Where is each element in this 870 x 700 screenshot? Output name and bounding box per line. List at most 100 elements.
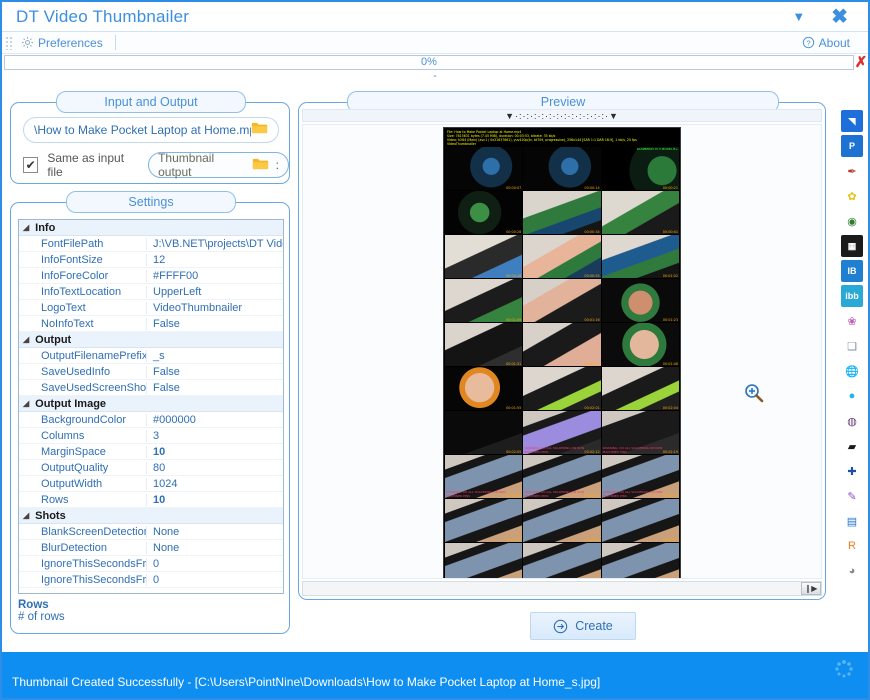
property-row[interactable]: BlankScreenDetectionNone [19,524,284,540]
preview-toolbar[interactable]: ▼ ·:·:·:·:·:·:·:·:·:·:·:·:· ▼ [302,109,822,122]
imagebanana-icon[interactable]: IB [841,260,863,282]
property-category[interactable]: ◢Output Image [19,396,284,412]
thumbnail-timestamp: 00:00:07 [506,186,521,190]
property-grid[interactable]: ◢InfoFontFilePathJ:\VB.NET\projects\DT V… [18,219,284,594]
thumbnail-cell: 00:01:09 [445,279,522,322]
globe-icon[interactable]: 🌐 [841,360,863,382]
thumbnail-output-suffix: : [276,158,279,172]
property-row[interactable]: OutputFilenamePrefix_s [19,348,284,364]
property-value[interactable]: None [147,526,284,538]
collapse-arrow-icon[interactable]: ◢ [23,335,29,344]
property-value[interactable]: 12 [147,254,284,266]
property-row[interactable]: BlurDetectionNone [19,540,284,556]
property-value[interactable]: 0 [147,558,284,570]
property-row[interactable]: FontFilePathJ:\VB.NET\projects\DT Vide [19,236,284,252]
flower-icon[interactable]: ✿ [841,185,863,207]
property-name: LogoText [19,302,147,314]
property-name: BlurDetection [19,542,147,554]
palette-icon[interactable]: ❀ [841,310,863,332]
property-value[interactable]: False [147,366,284,378]
property-category-label: Shots [35,510,66,522]
progress-bar: 0% [4,55,854,70]
property-category[interactable]: ◢Info [19,220,284,236]
input-path-field[interactable]: \How to Make Pocket Laptop at Home.mp4 [23,117,279,143]
property-value[interactable]: VideoThumbnailer [147,302,284,314]
ibb-icon[interactable]: ibb [841,285,863,307]
pen-icon[interactable]: ✎ [841,485,863,507]
r-sparkle-icon[interactable]: R [841,535,863,557]
sheet-info-line: VideoThumbnailer [447,142,677,146]
blue-circle-icon[interactable]: ● [841,385,863,407]
property-row[interactable]: InfoTextLocationUpperLeft [19,284,284,300]
same-as-input-checkbox[interactable]: ✔ [23,157,38,173]
create-button[interactable]: Create [530,612,636,640]
postimage-icon[interactable]: P [841,135,863,157]
property-row[interactable]: SaveUsedScreenShotsFalse [19,380,284,396]
preferences-menu-item[interactable]: Preferences [13,33,111,53]
property-value[interactable]: #000000 [147,414,284,426]
close-icon[interactable]: ✖ [831,7,848,27]
thumbnail-cell: 00:00:41 [602,191,679,234]
property-row[interactable]: SaveUsedInfoFalse [19,364,284,380]
property-row[interactable]: InfoForeColor#FFFF00 [19,268,284,284]
windows-icon[interactable]: ❑ [841,335,863,357]
thumbnail-cell: 00:00:14 [523,147,600,190]
property-name: OutputQuality [19,462,147,474]
property-value[interactable]: 10 [147,494,284,506]
property-value[interactable]: 10 [147,446,284,458]
add-frame-icon[interactable]: ✚ [841,460,863,482]
thumbnail-output-button[interactable]: Thumbnail output : [148,152,289,178]
send-to-icon[interactable]: ◥ [841,110,863,132]
document-icon[interactable]: ▤ [841,510,863,532]
property-value[interactable]: J:\VB.NET\projects\DT Vide [147,238,284,250]
property-value[interactable]: 1024 [147,478,284,490]
collapse-arrow-icon[interactable]: ◢ [23,399,29,408]
thumbnail-timestamp: 00:00:21 [663,186,678,190]
property-value[interactable]: False [147,382,284,394]
collapse-arrow-icon[interactable]: ◢ [23,223,29,232]
property-name: IgnoreThisSecondsFro [19,558,147,570]
property-category[interactable]: ◢ Shots [19,508,284,524]
folder-icon [252,157,269,174]
filmstrip-icon[interactable]: ▦ [841,235,863,257]
property-category[interactable]: ◢Output [19,332,284,348]
preview-canvas[interactable]: File: How to Make Pocket Laptop at Home.… [302,124,822,579]
property-row[interactable]: LogoTextVideoThumbnailer [19,300,284,316]
property-value[interactable]: UpperLeft [147,286,284,298]
thumbnail-timestamp: 00:00:34 [584,230,599,234]
preview-horizontal-scrollbar[interactable]: ❙▶ [302,581,822,596]
property-value[interactable]: False [147,318,284,330]
preferences-label: Preferences [38,36,103,50]
property-row[interactable]: NoInfoTextFalse [19,316,284,332]
caret-down-icon[interactable]: ▼ [505,111,515,121]
property-row[interactable]: MarginSpace10 [19,444,284,460]
scroll-right-icon[interactable]: ❙▶ [801,582,821,595]
property-row[interactable]: InfoFontSize12 [19,252,284,268]
property-row[interactable]: OutputWidth1024 [19,476,284,492]
caret-down-icon[interactable]: ▼ [609,111,619,121]
folder-icon[interactable] [251,121,268,140]
loading-spinner-icon [834,659,854,684]
property-row[interactable]: BackgroundColor#000000 [19,412,284,428]
property-value[interactable]: 0 [147,574,284,586]
about-menu-item[interactable]: ? About [794,33,858,53]
camera-icon[interactable]: ◉ [841,210,863,232]
property-row[interactable]: IgnoreThisSecondsFro0 [19,556,284,572]
output-options-row: ✔ Same as input file Thumbnail output : [23,151,289,179]
property-value[interactable]: None [147,542,284,554]
property-value[interactable]: 80 [147,462,284,474]
property-row[interactable]: Rows10 [19,492,284,508]
property-value[interactable]: #FFFF00 [147,270,284,282]
stamp-icon[interactable]: ◍ [841,410,863,432]
property-value[interactable]: _s [147,350,284,362]
marble-icon[interactable]: ◕ [841,560,863,582]
collapse-arrow-icon[interactable]: ◢ [23,511,29,520]
chevron-down-icon[interactable]: ▼ [792,10,805,23]
property-row[interactable]: OutputQuality80 [19,460,284,476]
feather-icon[interactable]: ✒ [841,160,863,182]
property-row[interactable]: Columns3 [19,428,284,444]
property-value[interactable]: 3 [147,430,284,442]
folder-open-icon[interactable]: ▰ [841,435,863,457]
property-row[interactable]: IgnoreThisSecondsFro0 [19,572,284,588]
red-x-icon[interactable]: ✗ [854,55,868,70]
